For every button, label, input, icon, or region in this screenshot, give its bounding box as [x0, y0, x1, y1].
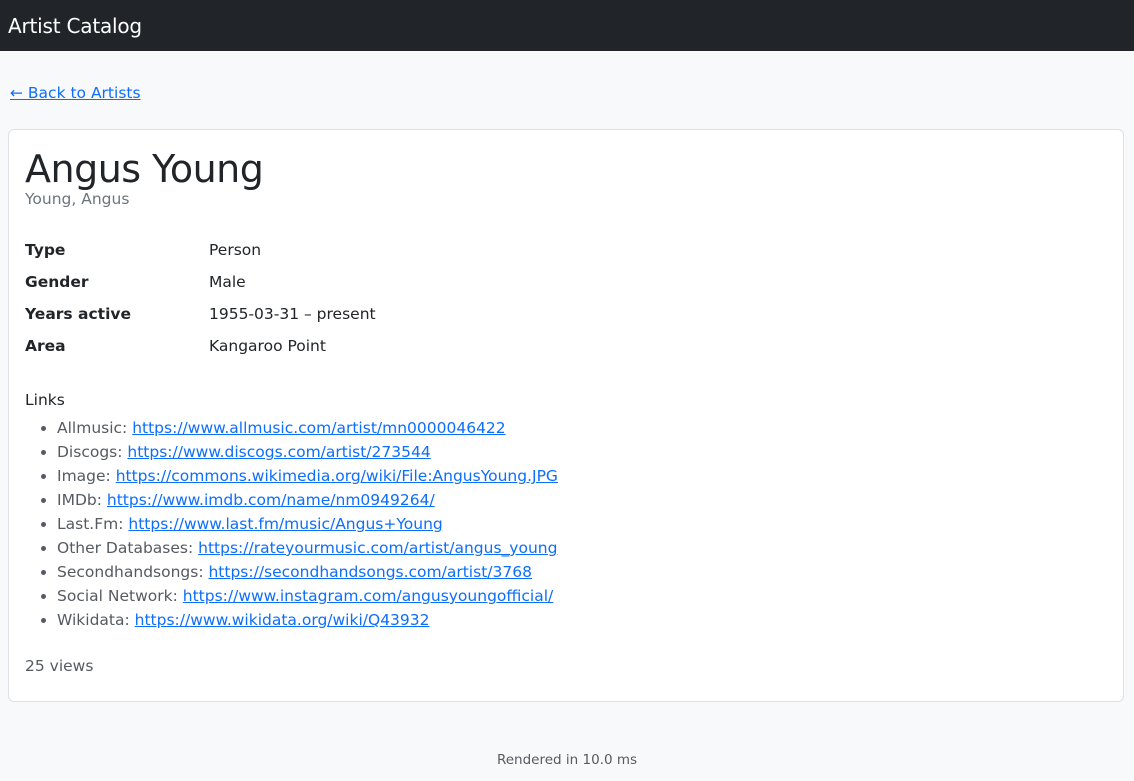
detail-label: Gender — [25, 273, 89, 291]
link-label: Other Databases: — [57, 539, 194, 557]
link-item-allmusic: Allmusic: https://www.allmusic.com/artis… — [57, 416, 1107, 440]
links-heading: Links — [25, 391, 65, 409]
link-url[interactable]: https://www.allmusic.com/artist/mn000004… — [132, 419, 505, 437]
detail-label: Type — [25, 241, 66, 259]
link-label: Discogs: — [57, 443, 123, 461]
link-item-secondhandsongs: Secondhandsongs: https://secondhandsongs… — [57, 560, 1107, 584]
link-item-discogs: Discogs: https://www.discogs.com/artist/… — [57, 440, 1107, 464]
links-list: Allmusic: https://www.allmusic.com/artis… — [25, 416, 1107, 632]
artist-details: Type Person Gender Male Years active 195… — [25, 234, 1107, 362]
link-url[interactable]: https://www.instagram.com/angusyoungoffi… — [183, 587, 553, 605]
detail-label: Years active — [25, 305, 132, 323]
link-url[interactable]: https://commons.wikimedia.org/wiki/File:… — [116, 467, 558, 485]
link-label: IMDb: — [57, 491, 102, 509]
link-url[interactable]: https://rateyourmusic.com/artist/angus_y… — [198, 539, 557, 557]
link-label: Allmusic: — [57, 419, 128, 437]
detail-row-gender: Gender Male — [25, 266, 1107, 298]
link-label: Secondhandsongs: — [57, 563, 204, 581]
artist-name: Angus Young — [25, 147, 264, 191]
link-label: Last.Fm: — [57, 515, 124, 533]
link-label: Wikidata: — [57, 611, 130, 629]
detail-row-type: Type Person — [25, 234, 1107, 266]
link-url[interactable]: https://www.last.fm/music/Angus+Young — [128, 515, 442, 533]
link-item-wikidata: Wikidata: https://www.wikidata.org/wiki/… — [57, 608, 1107, 632]
link-item-imdb: IMDb: https://www.imdb.com/name/nm094926… — [57, 488, 1107, 512]
link-url[interactable]: https://www.discogs.com/artist/273544 — [127, 443, 430, 461]
detail-value: Kangaroo Point — [209, 337, 326, 355]
link-label: Image: — [57, 467, 111, 485]
link-item-lastfm: Last.Fm: https://www.last.fm/music/Angus… — [57, 512, 1107, 536]
link-item-image: Image: https://commons.wikimedia.org/wik… — [57, 464, 1107, 488]
back-to-artists-link[interactable]: ← Back to Artists — [10, 84, 141, 102]
render-time-footer: Rendered in 10.0 ms — [496, 752, 638, 768]
link-url[interactable]: https://www.imdb.com/name/nm0949264/ — [107, 491, 435, 509]
link-url[interactable]: https://secondhandsongs.com/artist/3768 — [208, 563, 531, 581]
detail-value: Person — [209, 241, 262, 259]
link-url[interactable]: https://www.wikidata.org/wiki/Q43932 — [135, 611, 430, 629]
detail-value: Male — [209, 273, 246, 291]
detail-label: Area — [25, 337, 66, 355]
brand-link[interactable]: Artist Catalog — [8, 14, 142, 38]
artist-sort-name: Young, Angus — [25, 190, 130, 208]
link-item-social-network: Social Network: https://www.instagram.co… — [57, 584, 1107, 608]
detail-row-years-active: Years active 1955-03-31 – present — [25, 298, 1107, 330]
top-navbar: Artist Catalog — [0, 0, 1134, 51]
detail-value: 1955-03-31 – present — [209, 305, 376, 323]
link-label: Social Network: — [57, 587, 178, 605]
link-item-other-databases: Other Databases: https://rateyourmusic.c… — [57, 536, 1107, 560]
view-count: 25 views — [25, 657, 94, 675]
detail-row-area: Area Kangaroo Point — [25, 330, 1107, 362]
artist-card: Angus Young Young, Angus Type Person Gen… — [8, 129, 1124, 702]
